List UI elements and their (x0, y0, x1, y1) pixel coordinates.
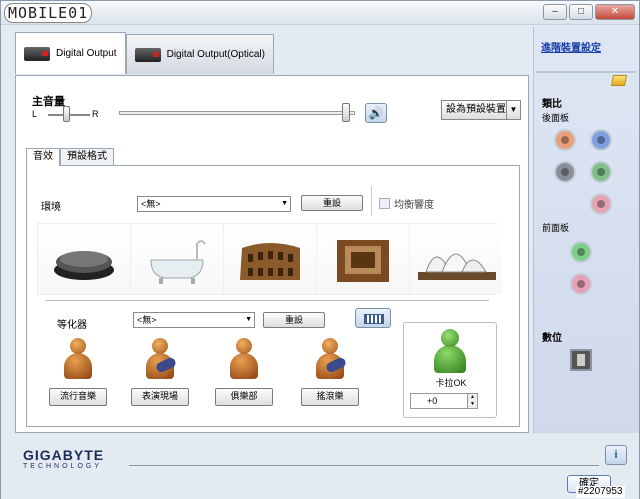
close-button[interactable]: ✕ (595, 4, 635, 20)
club-dj-icon[interactable] (226, 338, 262, 382)
equalizer-label: 等化器 (57, 320, 87, 331)
environment-label: 環境 (41, 202, 61, 213)
digital-section-label: 數位 (542, 333, 562, 344)
equalizer-select-value: <無> (137, 315, 157, 325)
digital-output-device-icon (24, 46, 50, 61)
env-preset-stone[interactable] (38, 224, 131, 294)
graphic-equalizer-icon[interactable] (355, 308, 391, 328)
title-bar: MOBILE01 – □ ✕ (1, 1, 639, 25)
optical-output-device-icon (134, 47, 161, 62)
bathtub-icon (150, 240, 206, 284)
colosseum-icon (240, 243, 300, 280)
gigabyte-logo-subtitle: TECHNOLOGY (23, 463, 103, 470)
rear-jack-blue[interactable] (590, 129, 612, 151)
divider (536, 71, 636, 73)
genre-live: 表演現場 (131, 338, 189, 406)
front-jack-pink[interactable] (570, 273, 592, 295)
volume-slider-track[interactable] (119, 111, 355, 115)
info-button[interactable]: i (605, 445, 627, 465)
window-controls: – □ ✕ (543, 4, 635, 20)
mute-speaker-icon[interactable]: 🔊 (365, 103, 387, 123)
output-tabs: Digital Output Digital Output(Optical) (15, 32, 274, 74)
loudness-equalization-checkbox[interactable] (379, 198, 390, 209)
front-jack-green[interactable] (570, 241, 592, 263)
divider (371, 186, 372, 216)
dropdown-arrow-icon: ▼ (281, 200, 288, 207)
volume-slider-thumb[interactable] (342, 103, 350, 122)
loudness-equalization-label: 均衡響度 (394, 200, 434, 211)
env-preset-bathtub[interactable] (131, 224, 224, 294)
opera-house-icon (418, 253, 496, 280)
karaoke-pitch-spinner[interactable]: ▲ ▼ (468, 393, 478, 409)
tab-digital-output-optical[interactable]: Digital Output(Optical) (125, 34, 274, 74)
balance-right-label: R (92, 109, 99, 119)
karaoke-pitch-input[interactable]: +0 (410, 393, 468, 409)
rear-jack-orange[interactable] (554, 129, 576, 151)
env-preset-opera-house[interactable] (410, 224, 502, 294)
sound-effects-panel: 環境 <無> ▼ 重設 均衡響度 等化器 <無> ▼ 重設 流行音樂 表演現場 … (26, 165, 520, 427)
equalizer-reset-button[interactable]: 重設 (263, 312, 325, 328)
karaoke-singer-icon[interactable] (431, 329, 469, 373)
tab-label: Digital Output(Optical) (166, 49, 265, 60)
rear-jack-green[interactable] (590, 161, 612, 183)
rear-jack-gray[interactable] (554, 161, 576, 183)
maximize-button[interactable]: □ (569, 4, 593, 20)
set-default-device-button[interactable]: 設為預設裝置 ▼ (441, 100, 521, 120)
tab-label: Digital Output (56, 48, 117, 59)
genre-pop: 流行音樂 (49, 338, 107, 406)
genre-live-button[interactable]: 表演現場 (131, 388, 189, 406)
digital-connector-icon[interactable] (570, 349, 592, 371)
stone-icon (54, 251, 114, 280)
environment-reset-button[interactable]: 重設 (301, 195, 363, 211)
minimize-button[interactable]: – (543, 4, 567, 20)
analog-section-label: 類比 (542, 99, 562, 110)
live-guitarist-icon[interactable] (142, 338, 178, 382)
footer: GIGABYTE TECHNOLOGY i 確定 (1, 437, 639, 499)
equalizer-genres: 流行音樂 表演現場 俱樂部 搖滾樂 (49, 338, 369, 418)
divider (129, 465, 599, 466)
dropdown-arrow-icon: ▼ (245, 316, 252, 323)
mobile01-logo: MOBILE01 (4, 3, 93, 23)
environment-presets (37, 223, 502, 295)
environment-select-value: <無> (141, 199, 161, 209)
main-panel: 主音量 L R 🔊 設為預設裝置 ▼ 音效 預設格式 環境 <無> ▼ 重設 均… (15, 75, 529, 433)
device-sidebar: 進階裝置設定 類比 後面板 前面板 數位 (533, 27, 639, 433)
tab-digital-output[interactable]: Digital Output (15, 32, 126, 74)
environment-select[interactable]: <無> ▼ (137, 196, 291, 212)
master-volume-label: 主音量 (32, 96, 65, 108)
karaoke-label: 卡拉OK (435, 378, 467, 388)
divider (45, 300, 489, 301)
genre-club-button[interactable]: 俱樂部 (215, 388, 273, 406)
tab-default-format[interactable]: 預設格式 (60, 148, 114, 165)
dropdown-arrow-icon[interactable]: ▼ (506, 101, 520, 119)
set-default-device-label: 設為預設裝置 (446, 104, 506, 115)
rear-jack-pink[interactable] (590, 193, 612, 215)
rear-panel-label: 後面板 (542, 113, 570, 123)
folder-icon[interactable] (611, 75, 627, 86)
audio-manager-window: MOBILE01 – □ ✕ Digital Output Digital Ou… (0, 0, 640, 499)
front-panel-label: 前面板 (542, 223, 570, 233)
balance-slider-thumb[interactable] (63, 106, 70, 122)
watermark: #2207953 (576, 486, 625, 498)
env-preset-room[interactable] (317, 224, 410, 294)
advanced-device-settings-link[interactable]: 進階裝置設定 (541, 39, 601, 54)
genre-rock-button[interactable]: 搖滾樂 (301, 388, 359, 406)
balance-left-label: L (32, 109, 38, 119)
env-preset-colosseum[interactable] (224, 224, 317, 294)
genre-rock: 搖滾樂 (301, 338, 359, 406)
effect-subtabs: 音效 預設格式 (26, 148, 114, 166)
rock-guitarist-icon[interactable] (312, 338, 348, 382)
karaoke-box: 卡拉OK +0 ▲ ▼ (403, 322, 497, 418)
equalizer-select[interactable]: <無> ▼ (133, 312, 255, 328)
tab-sound-effects[interactable]: 音效 (26, 148, 60, 166)
gigabyte-logo: GIGABYTE (23, 447, 105, 463)
pop-singer-icon[interactable] (60, 338, 96, 382)
genre-club: 俱樂部 (215, 338, 273, 406)
genre-pop-button[interactable]: 流行音樂 (49, 388, 107, 406)
room-icon (337, 240, 389, 282)
